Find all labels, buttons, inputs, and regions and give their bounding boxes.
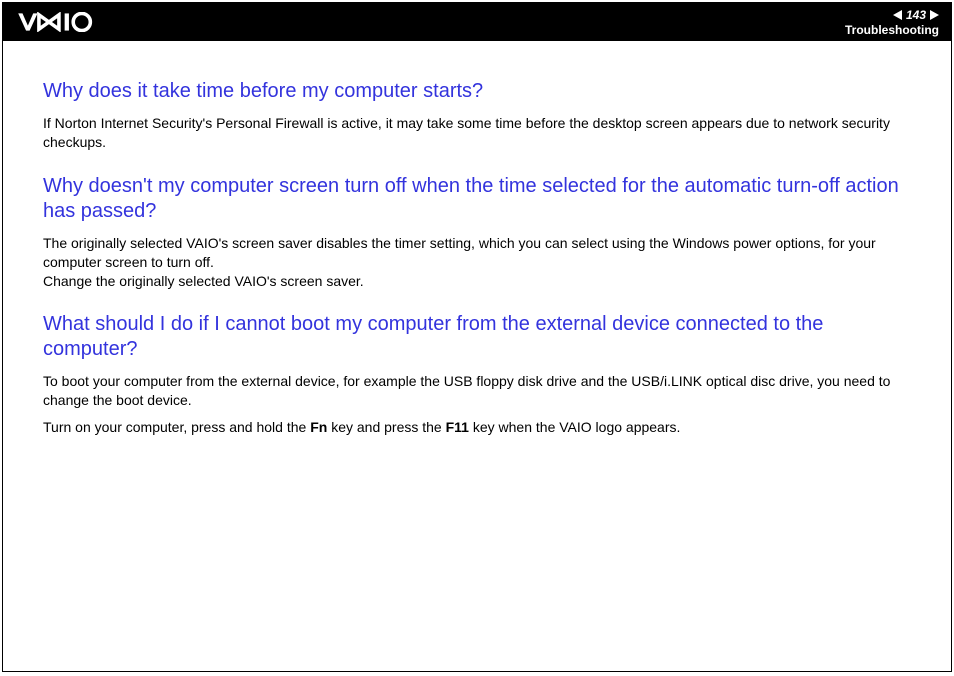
vaio-logo xyxy=(15,12,120,32)
text-fragment: Turn on your computer, press and hold th… xyxy=(43,419,310,435)
content-area: Why does it take time before my computer… xyxy=(3,41,951,479)
document-page: 143 Troubleshooting Why does it take tim… xyxy=(2,2,952,672)
key-label: Fn xyxy=(310,419,327,435)
next-page-arrow-icon[interactable] xyxy=(930,10,939,20)
question-heading: What should I do if I cannot boot my com… xyxy=(43,312,911,362)
text-fragment: key and press the xyxy=(327,419,445,435)
answer-paragraph: If Norton Internet Security's Personal F… xyxy=(43,114,911,152)
page-number: 143 xyxy=(906,8,926,22)
answer-paragraph: Turn on your computer, press and hold th… xyxy=(43,418,911,437)
prev-page-arrow-icon[interactable] xyxy=(893,10,902,20)
answer-paragraph: The originally selected VAIO's screen sa… xyxy=(43,234,911,291)
header-right: 143 Troubleshooting xyxy=(845,8,939,37)
section-label: Troubleshooting xyxy=(845,23,939,37)
question-heading: Why doesn't my computer screen turn off … xyxy=(43,174,911,224)
answer-block: The originally selected VAIO's screen sa… xyxy=(43,234,911,291)
header-bar: 143 Troubleshooting xyxy=(3,3,951,41)
answer-paragraph: To boot your computer from the external … xyxy=(43,372,911,410)
page-navigation: 143 xyxy=(893,8,939,22)
text-fragment: key when the VAIO logo appears. xyxy=(469,419,680,435)
key-label: F11 xyxy=(446,419,469,435)
answer-block: To boot your computer from the external … xyxy=(43,372,911,437)
question-heading: Why does it take time before my computer… xyxy=(43,79,911,104)
answer-block: If Norton Internet Security's Personal F… xyxy=(43,114,911,152)
